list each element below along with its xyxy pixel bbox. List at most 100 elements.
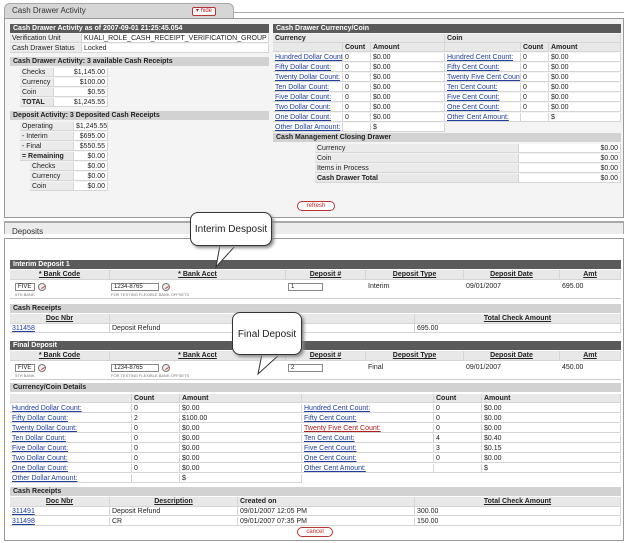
doc-number-link[interactable]: 311491 — [10, 507, 110, 516]
currency-count-link[interactable]: Hundred Dollar Count: — [273, 53, 343, 62]
interim-bank-acct-note: FOR TESTING FLEXIBLE BANK OFFSETS — [111, 292, 190, 297]
coin-count-link[interactable]: Hundred Cent Count: — [445, 53, 521, 62]
coin-amount-value: $0.00 — [549, 63, 621, 72]
final-coin-count-value: 0 — [434, 414, 482, 423]
activity-label: Cash Drawer Status — [10, 44, 82, 53]
deposit-activity-value: $695.00 — [74, 132, 108, 141]
final-currency-count-link[interactable]: Ten Dollar Count: — [10, 434, 132, 443]
final-currency-count-value: 0 — [132, 434, 180, 443]
final-coin-amount-value: $0.00 — [482, 454, 621, 463]
final-columns: * Bank Code * Bank Acct Deposit # Deposit T… — [10, 351, 621, 361]
deposit-activity-value: $0.00 — [74, 182, 108, 191]
final-coin-count-link[interactable]: Five Cent Count: — [302, 444, 434, 453]
final-currency-count-value — [132, 474, 180, 483]
final-currency-amount-value: $0.00 — [180, 444, 302, 453]
receipt-total: 695.00 — [415, 324, 621, 333]
final-currency-count-link[interactable]: Five Dollar Count: — [10, 444, 132, 453]
hide-button[interactable]: ▾ hide — [192, 7, 217, 16]
final-coin-count-link[interactable]: Other Cent Amount: — [302, 464, 434, 473]
final-coin-count-link[interactable]: Ten Cent Count: — [302, 434, 434, 443]
coin-count-link[interactable]: Other Cent Amount: — [445, 113, 521, 122]
interim-bank-code-input[interactable]: FIVE — [15, 283, 35, 291]
currency-count-link[interactable]: Twenty Dollar Count: — [273, 73, 343, 82]
final-coin-amount-value: $0.15 — [482, 444, 621, 453]
closing-value: $0.00 — [519, 164, 621, 173]
currency-count-link[interactable]: Fifty Dollar Count: — [273, 63, 343, 72]
final-cc-header: Currency/Coin Details — [10, 383, 621, 392]
closing-value: $0.00 — [519, 174, 621, 183]
final-coin-amount-value: $0.00 — [482, 404, 621, 413]
final-coin-blank-header — [302, 394, 434, 403]
column-header-doc-nbr: Doc Nbr — [10, 497, 110, 507]
currency-amount-value: $ — [371, 123, 445, 132]
final-bank-acct-input[interactable]: 1234-8765 — [111, 364, 159, 372]
cash-receipt-value: $1,245.55 — [54, 98, 108, 107]
final-header: Final Deposit — [10, 341, 621, 350]
final-coin-count-link[interactable]: One Cent Count: — [302, 454, 434, 463]
deposit-activity-value: $0.00 — [74, 152, 108, 161]
final-coin-count-link[interactable]: Twenty Five Cent Count: — [302, 424, 434, 433]
column-header-deposit-type: Deposit Type — [366, 270, 464, 280]
final-bank-code-note: 5TH BANK — [15, 373, 35, 378]
interim-amt: 695.00 — [562, 283, 584, 290]
currency-coin-section: Cash Drawer Currency/Coin — [273, 24, 621, 33]
final-bank-code-input[interactable]: FIVE — [15, 364, 35, 372]
column-header-deposit-type: Deposit Type — [366, 351, 464, 361]
currency-count-link[interactable]: Other Dollar Amount: — [273, 123, 343, 132]
coin-count-link[interactable]: Ten Cent Count: — [445, 83, 521, 92]
closing-section: Cash Management Closing Drawer — [273, 133, 621, 142]
final-coin-count-value: 0 — [434, 454, 482, 463]
refresh-button[interactable]: refresh — [297, 201, 335, 211]
currency-blank-header — [273, 43, 343, 52]
column-header-bank-acct: * Bank Acct — [110, 270, 286, 280]
final-currency-count-link[interactable]: Fifty Dollar Count: — [10, 414, 132, 423]
final-currency-count-link[interactable]: Two Dollar Count: — [10, 454, 132, 463]
doc-number-link[interactable]: 311498 — [10, 517, 110, 526]
currency-amount-value: $0.00 — [371, 63, 445, 72]
coin-count-link[interactable]: One Cent Count: — [445, 103, 521, 112]
cash-receipt-value: $100.00 — [54, 78, 108, 87]
final-coin-count-value: 4 — [434, 434, 482, 443]
final-deposit-number-input[interactable]: 2 — [288, 364, 323, 372]
currency-count-link[interactable]: One Dollar Count: — [273, 113, 343, 122]
interim-bank-code-lookup-icon[interactable] — [38, 283, 46, 291]
coin-count-link[interactable]: Fifty Cent Count: — [445, 63, 521, 72]
final-currency-count-value: 0 — [132, 464, 180, 473]
final-currency-amount-value: $0.00 — [180, 464, 302, 473]
currency-count-link[interactable]: Ten Dollar Count: — [273, 83, 343, 92]
deposit-activity-value: $1,245.55 — [74, 122, 108, 131]
doc-number-link[interactable]: 311458 — [10, 324, 110, 333]
interim-bank-acct-input[interactable]: 1234-8765 — [111, 283, 159, 291]
closing-label: Currency — [315, 144, 519, 153]
final-coin-count-link[interactable]: Hundred Cent Count: — [302, 404, 434, 413]
final-currency-count-link[interactable]: Hundred Dollar Count: — [10, 404, 132, 413]
final-currency-count-link[interactable]: Twenty Dollar Count: — [10, 424, 132, 433]
currency-count-link[interactable]: Two Dollar Count: — [273, 103, 343, 112]
currency-count-link[interactable]: Five Dollar Count: — [273, 93, 343, 102]
coin-count-link[interactable]: Five Cent Count: — [445, 93, 521, 102]
final-bank-code-lookup-icon[interactable] — [38, 364, 46, 372]
coin-amount-value: $0.00 — [549, 53, 621, 62]
coin-count-link[interactable]: Twenty Five Cent Count: — [445, 73, 521, 82]
closing-header: Cash Management Closing Drawer — [273, 133, 621, 142]
coin-amount-header: Amount — [549, 43, 621, 52]
final-currency-count-link[interactable]: One Dollar Count: — [10, 464, 132, 473]
receipt-description: Deposit Refund — [110, 507, 238, 516]
cash-receipt-label: Currency — [20, 78, 54, 87]
final-coin-count-link[interactable]: Fifty Cent Count: — [302, 414, 434, 423]
final-callout: Final Deposit — [232, 312, 302, 355]
interim-bank-acct-lookup-icon[interactable] — [162, 283, 170, 291]
interim-callout-pointer — [215, 245, 237, 269]
coin-count-value: 0 — [521, 93, 549, 102]
interim-deposit-number-input[interactable]: 1 — [288, 283, 323, 291]
final-receipts-header: Cash Receipts — [10, 487, 621, 496]
final-currency-count-link[interactable]: Other Dollar Amount: — [10, 474, 132, 483]
deposit-activity-rows: Operating $1,245.55- Interim $695.00- Fina… — [10, 122, 269, 192]
receipt-description: CR — [110, 517, 238, 526]
cancel-button[interactable]: cancel — [297, 527, 333, 537]
coin-amount-value: $ — [549, 113, 621, 122]
coin-amount-value: $0.00 — [549, 103, 621, 112]
closing-label: Cash Drawer Total — [315, 174, 519, 183]
deposits-tab — [4, 222, 624, 234]
final-bank-acct-lookup-icon[interactable] — [162, 364, 170, 372]
